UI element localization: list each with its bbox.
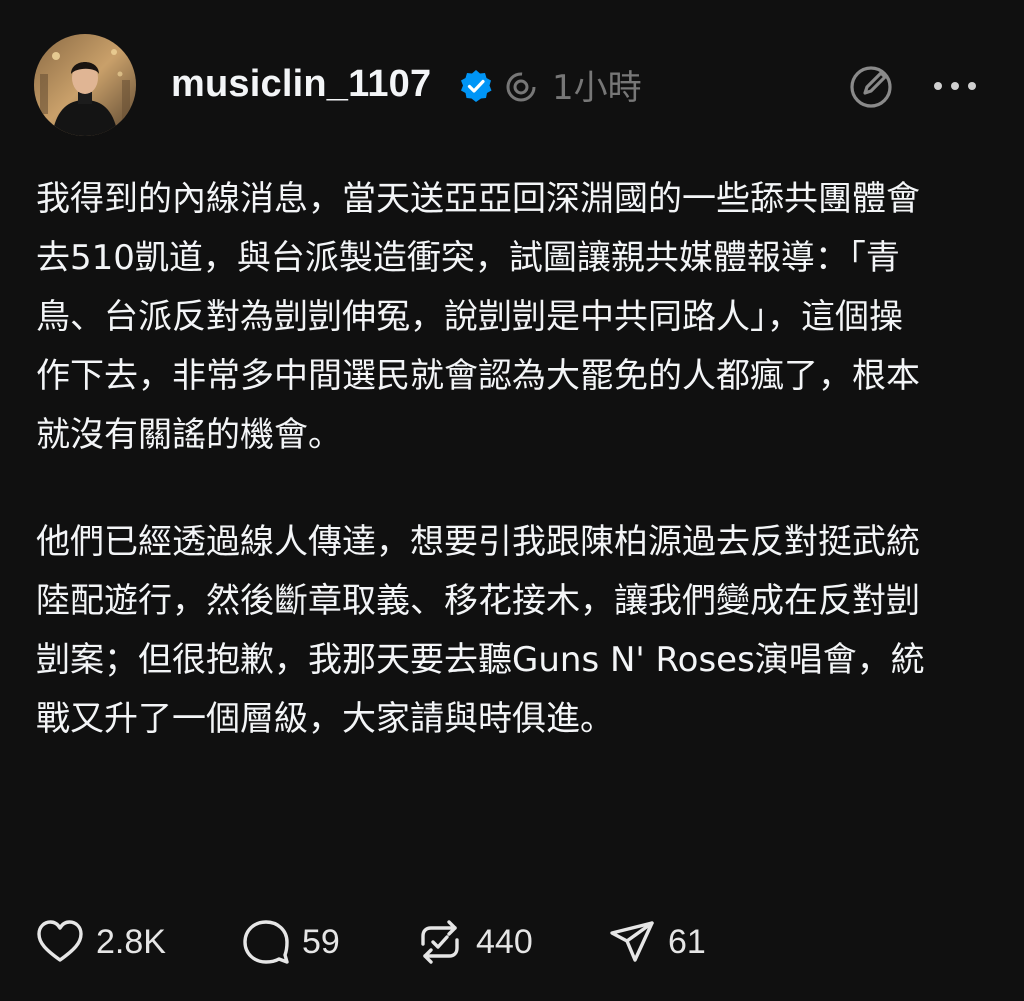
repost-icon xyxy=(421,920,459,964)
post-time: 1小時 xyxy=(552,68,642,108)
post-header: musiclin_1107 1小時 xyxy=(34,34,994,138)
repost-button[interactable]: 440 xyxy=(414,914,533,970)
thread-post: musiclin_1107 1小時 我得到的內線消息，當天送亞亞回深淵國的一些舔… xyxy=(0,0,1024,1001)
reply-count: 59 xyxy=(302,923,340,961)
avatar-photo xyxy=(34,34,136,136)
avatar[interactable] xyxy=(34,34,136,136)
share-button[interactable]: 61 xyxy=(606,914,706,970)
comment-icon xyxy=(243,920,289,964)
heart-icon xyxy=(37,920,83,962)
post-paragraph-2: 他們已經透過線人傳達，想要引我跟陳柏源過去反對挺武統陸配遊行，然後斷章取義、移花… xyxy=(36,522,925,739)
like-count: 2.8K xyxy=(96,923,166,961)
post-paragraph-1: 我得到的內線消息，當天送亞亞回深淵國的一些舔共團體會去510凱道，與台派製造衝突… xyxy=(36,179,920,455)
post-actions: 2.8K 59 440 61 xyxy=(34,914,734,970)
repost-count: 440 xyxy=(476,923,533,961)
username[interactable]: musiclin_1107 xyxy=(171,62,431,106)
share-count: 61 xyxy=(668,923,706,961)
send-icon xyxy=(610,921,654,962)
post-body: 我得到的內線消息，當天送亞亞回深淵國的一些舔共團體會去510凱道，與台派製造衝突… xyxy=(36,170,936,749)
thread-spiral-icon xyxy=(506,72,536,102)
more-icon[interactable] xyxy=(930,74,980,98)
like-button[interactable]: 2.8K xyxy=(34,914,166,970)
compose-icon[interactable] xyxy=(846,62,896,112)
reply-button[interactable]: 59 xyxy=(240,914,340,970)
verified-badge-icon xyxy=(461,70,492,102)
